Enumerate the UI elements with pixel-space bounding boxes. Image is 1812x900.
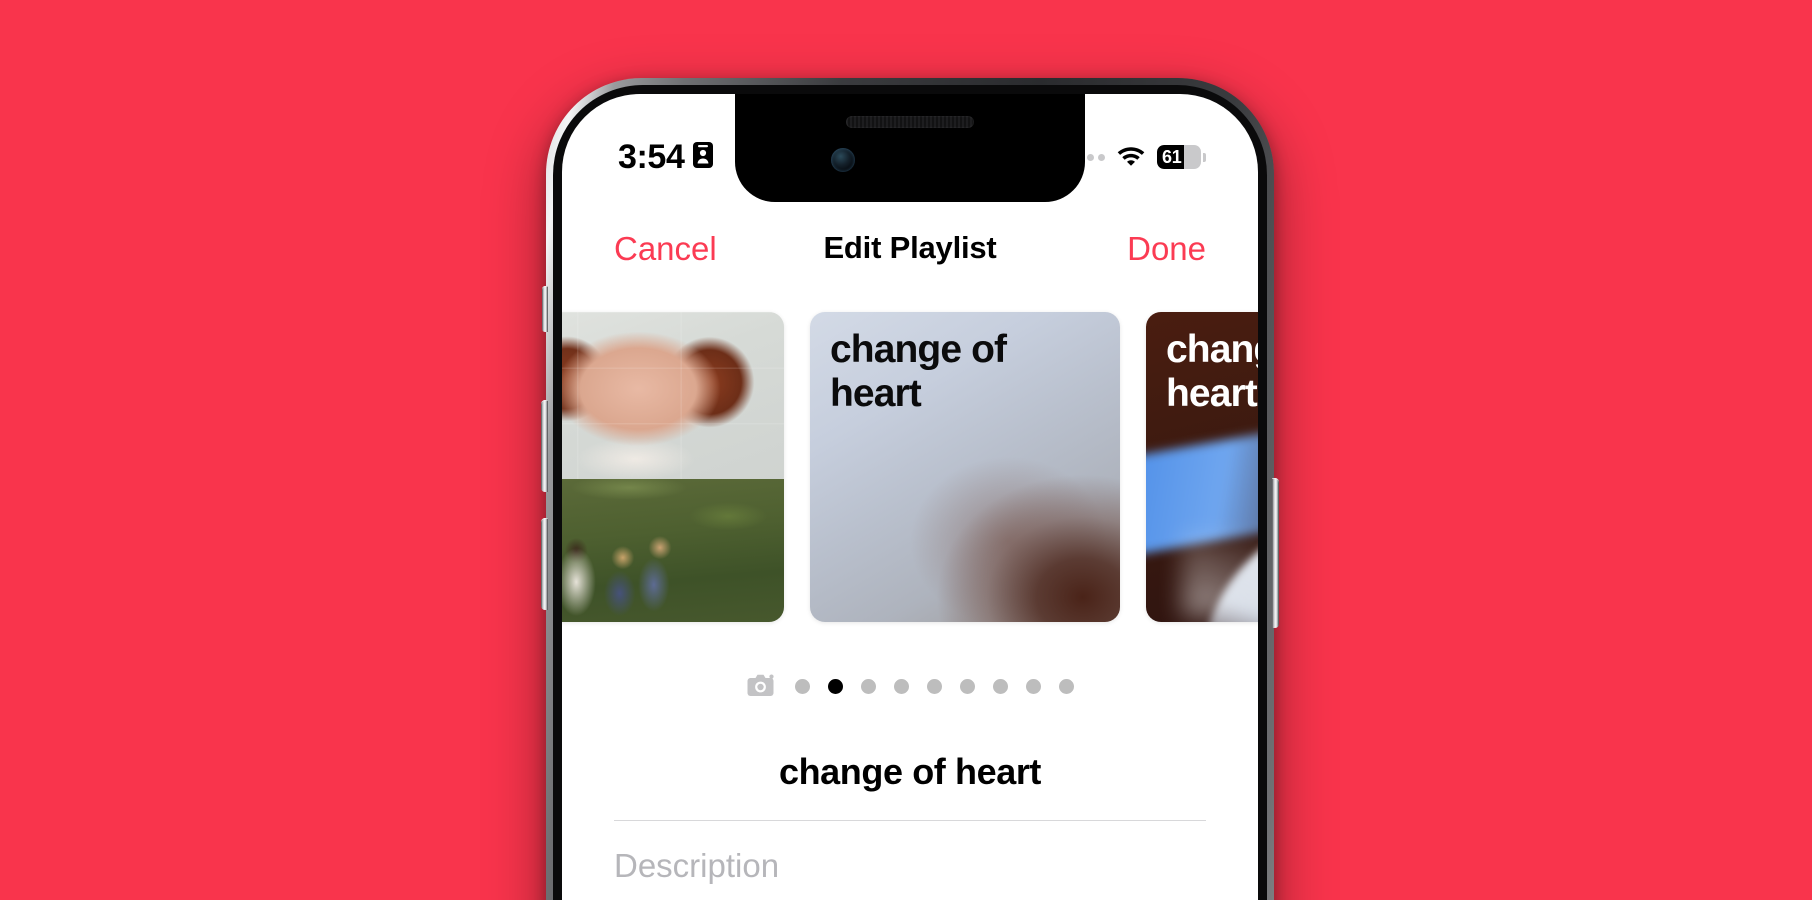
page-dot[interactable] bbox=[992, 678, 1008, 694]
display-notch bbox=[735, 94, 1085, 202]
page-dot-active[interactable] bbox=[827, 678, 843, 694]
status-time: 3:54 bbox=[618, 138, 685, 176]
page-dot[interactable] bbox=[1058, 678, 1074, 694]
page-dot[interactable] bbox=[860, 678, 876, 694]
status-bar-right: 61 bbox=[1065, 144, 1206, 171]
front-camera-icon bbox=[831, 148, 855, 172]
artwork-title-text: change of heart bbox=[830, 328, 1096, 415]
done-button[interactable]: Done bbox=[1127, 232, 1206, 265]
artwork-option-dark-abstract[interactable]: change heart bbox=[1146, 312, 1258, 622]
artwork-title-line-2: heart bbox=[830, 371, 922, 415]
battery-level: 61 bbox=[1162, 146, 1182, 167]
volume-up-button[interactable] bbox=[541, 400, 548, 492]
artwork-option-gradient-light[interactable]: change of heart bbox=[810, 312, 1120, 622]
page-dot[interactable] bbox=[959, 678, 975, 694]
artwork-title-line-2: heart bbox=[1166, 371, 1258, 415]
collage-photo-forest bbox=[562, 479, 784, 622]
artwork-title-line-1: change bbox=[1166, 328, 1258, 371]
iphone-device: 3:54 61 Cancel Edit Playlist Done change… bbox=[541, 78, 1279, 900]
camera-icon[interactable] bbox=[747, 674, 777, 698]
collage-photo-portrait bbox=[562, 312, 784, 480]
battery-cap-icon bbox=[1203, 152, 1206, 162]
wifi-icon bbox=[1116, 144, 1146, 171]
page-dot[interactable] bbox=[794, 678, 810, 694]
side-power-button[interactable] bbox=[1272, 478, 1279, 628]
volume-down-button[interactable] bbox=[541, 518, 548, 610]
phone-screen: 3:54 61 Cancel Edit Playlist Done change… bbox=[562, 94, 1258, 900]
artwork-option-photo-collage[interactable] bbox=[562, 312, 784, 622]
earpiece-speaker-icon bbox=[846, 116, 974, 128]
playlist-description-input[interactable]: Description bbox=[562, 821, 1258, 900]
artwork-title-text: change heart bbox=[1166, 328, 1258, 415]
page-dot[interactable] bbox=[926, 678, 942, 694]
artwork-carousel-track[interactable]: change of heart change heart bbox=[562, 312, 1258, 622]
artwork-page-indicator bbox=[562, 648, 1258, 724]
artwork-carousel[interactable]: change of heart change heart bbox=[562, 294, 1258, 648]
navigation-bar: Cancel Edit Playlist Done bbox=[562, 202, 1258, 294]
playlist-details-form: change of heart Description bbox=[562, 724, 1258, 900]
battery-indicator: 61 bbox=[1157, 145, 1206, 169]
mute-switch-button[interactable] bbox=[542, 286, 548, 332]
page-dot[interactable] bbox=[893, 678, 909, 694]
page-dot[interactable] bbox=[1025, 678, 1041, 694]
person-card-icon bbox=[693, 141, 714, 173]
playlist-name-input[interactable]: change of heart bbox=[562, 724, 1258, 820]
dark-card-glow-shape bbox=[1183, 535, 1258, 616]
cancel-button[interactable]: Cancel bbox=[614, 232, 717, 265]
artwork-title-line-1: change of bbox=[830, 328, 1007, 371]
